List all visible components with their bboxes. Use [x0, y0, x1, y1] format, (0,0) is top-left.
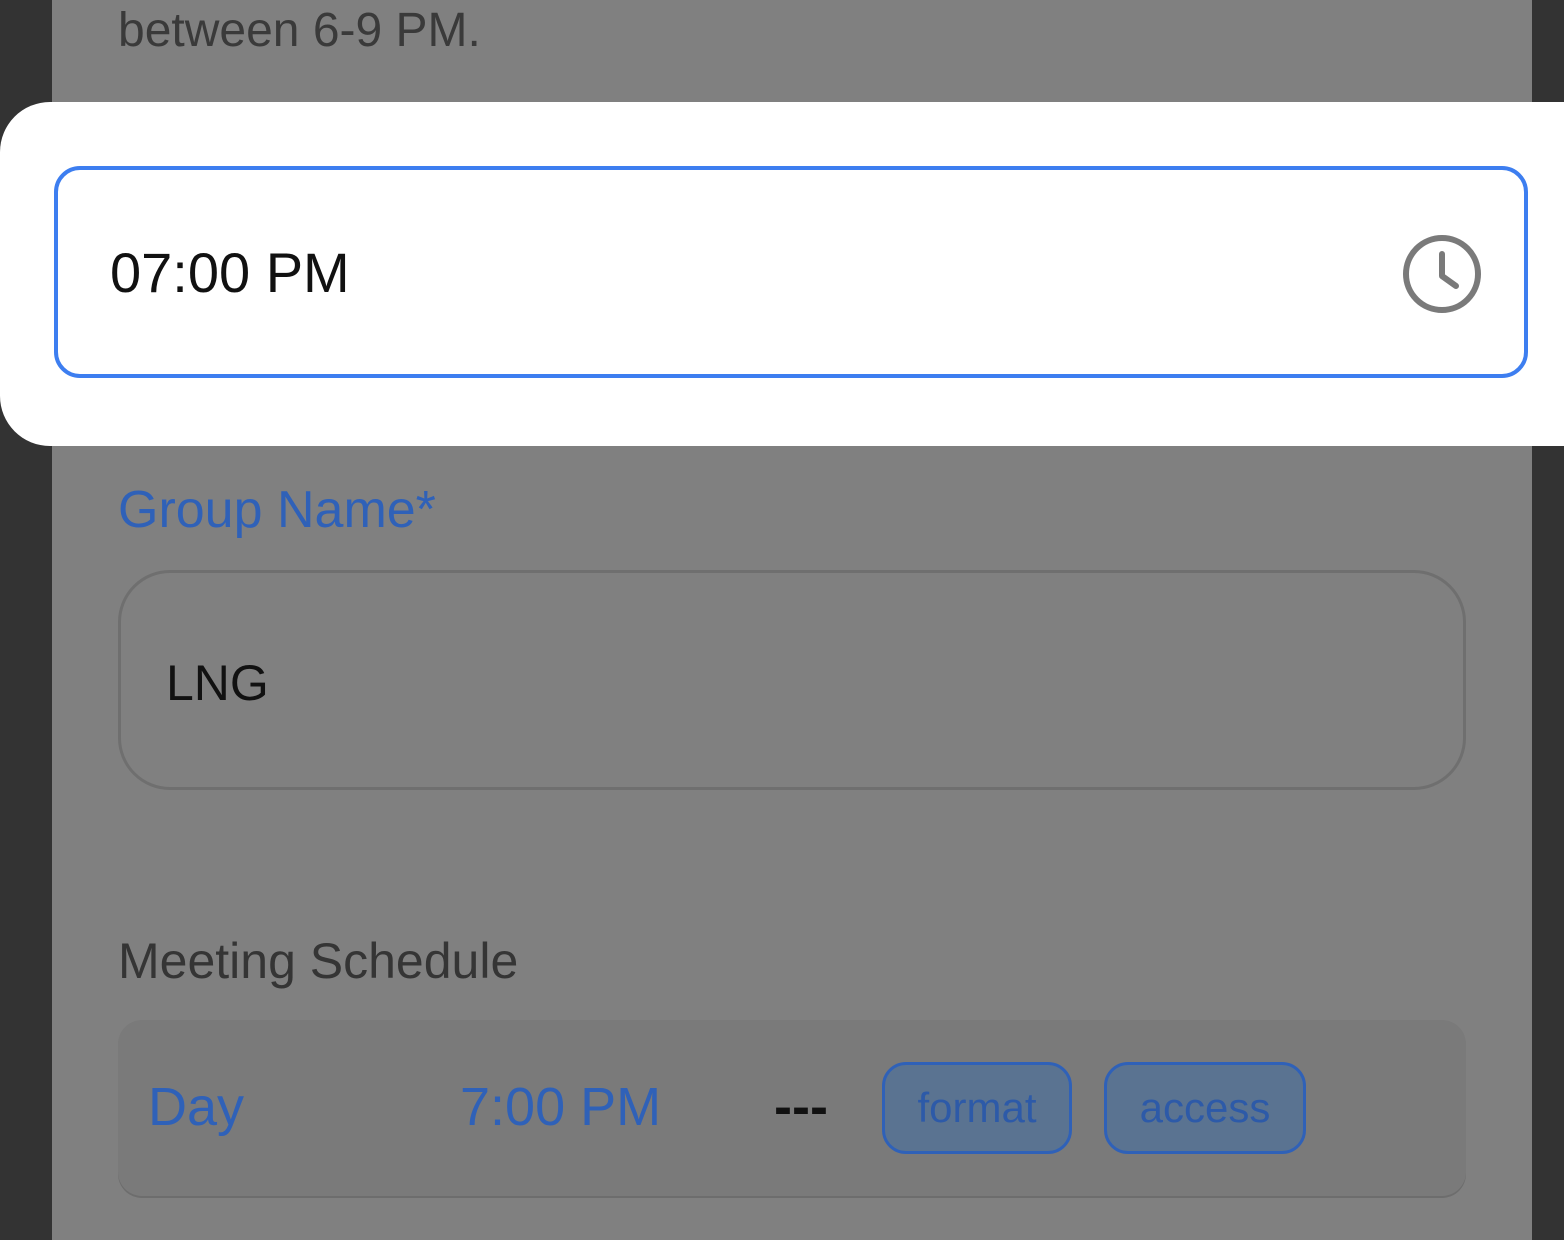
schedule-time[interactable]: 7:00 PM	[460, 1075, 661, 1139]
time-input[interactable]: 07:00 PM	[54, 166, 1528, 378]
schedule-row[interactable]: Day 7:00 PM --- format access	[118, 1020, 1466, 1196]
meeting-schedule-label: Meeting Schedule	[118, 933, 519, 989]
group-name-value: LNG	[166, 655, 269, 711]
clock-icon[interactable]	[1400, 232, 1484, 316]
access-tag-button[interactable]: access	[1104, 1062, 1306, 1154]
help-text: between 6-9 PM.	[118, 4, 481, 57]
group-name-label: Group Name*	[118, 481, 436, 539]
time-input-value: 07:00 PM	[110, 241, 350, 304]
format-tag-button[interactable]: format	[882, 1062, 1072, 1154]
schedule-day[interactable]: Day	[148, 1075, 244, 1139]
clock-icon-graphic	[1403, 235, 1481, 313]
screen: between 6-9 PM. Group Name* LNG Meeting …	[0, 0, 1564, 1240]
schedule-separator: ---	[774, 1077, 828, 1137]
group-name-input[interactable]: LNG	[118, 570, 1466, 790]
